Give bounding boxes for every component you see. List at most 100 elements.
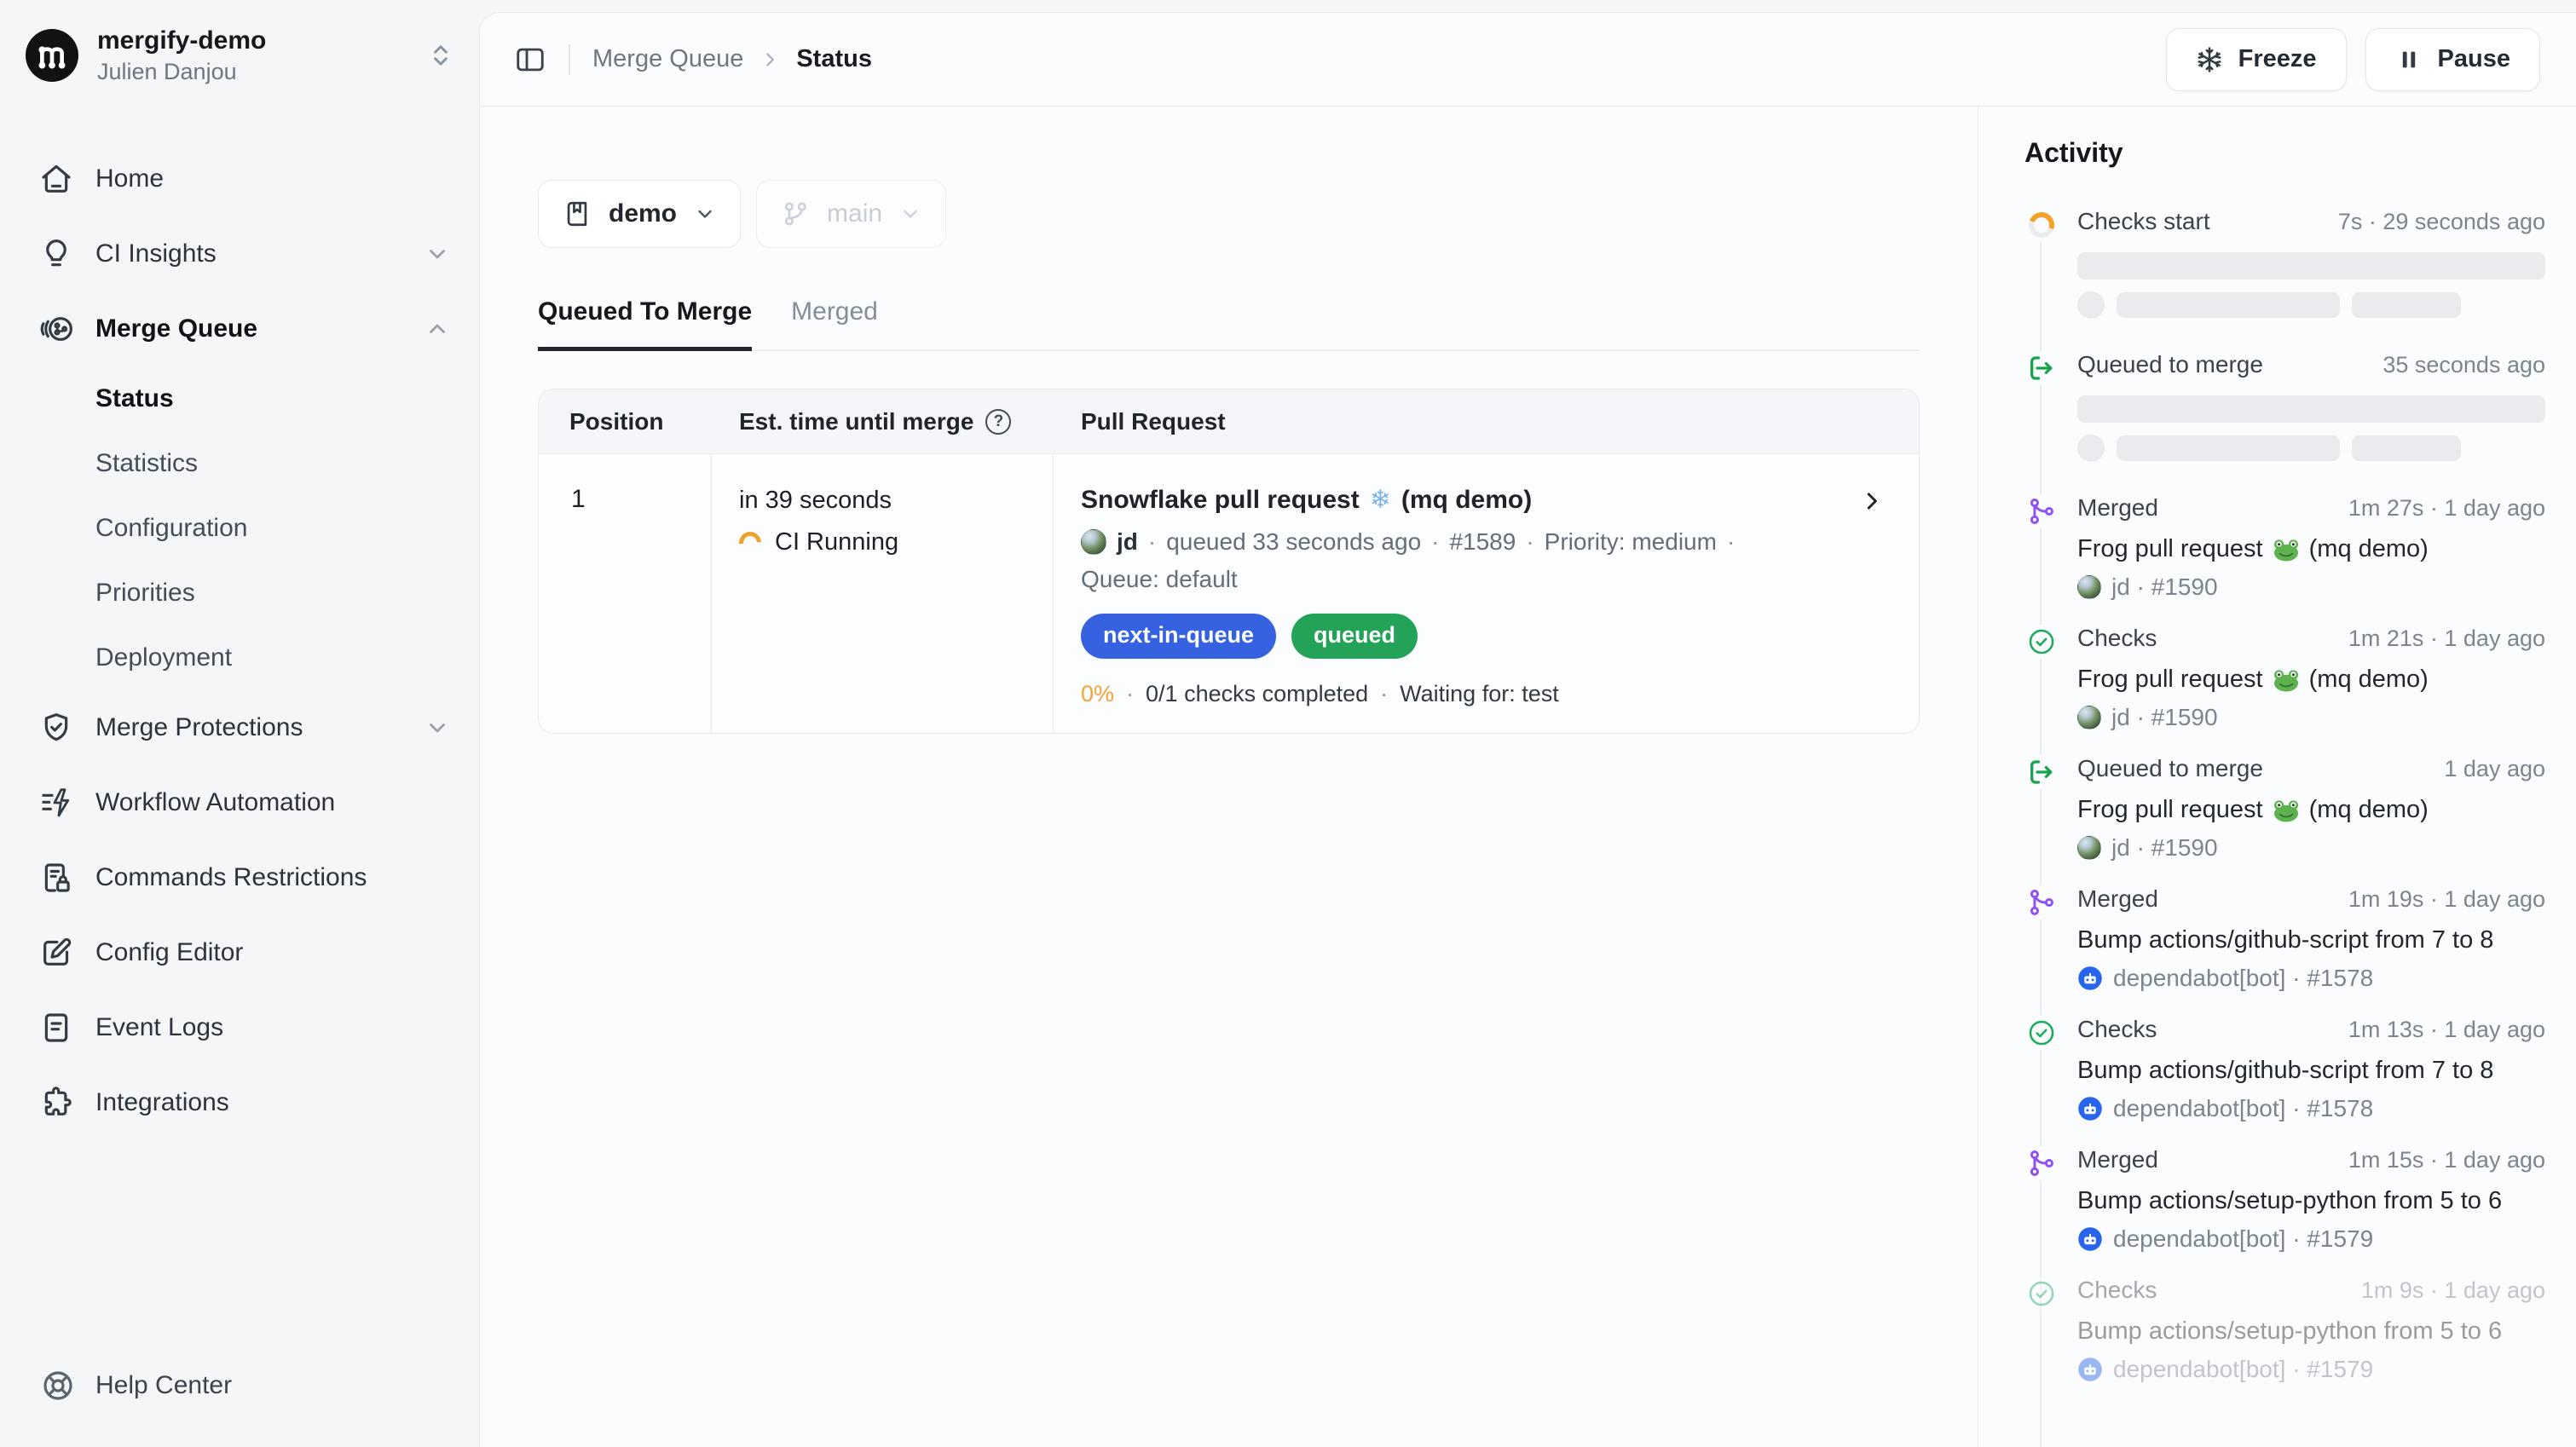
sidebar-item-deployment[interactable]: Deployment — [0, 625, 479, 690]
tab-merged[interactable]: Merged — [791, 297, 878, 349]
chevron-down-icon — [425, 241, 450, 267]
author-avatar — [2077, 706, 2101, 729]
header-pull-request: Pull Request — [1054, 408, 1919, 435]
workflow-icon — [39, 786, 73, 820]
sidebar-toggle-icon[interactable] — [514, 43, 546, 76]
sidebar: mergify-demo Julien Danjou Home CI Insig… — [0, 0, 479, 1447]
repository-value: demo — [609, 199, 677, 228]
help-center-label: Help Center — [95, 1371, 232, 1400]
breadcrumb-merge-queue[interactable]: Merge Queue — [592, 45, 743, 73]
sidebar-item-integrations[interactable]: Integrations — [0, 1065, 479, 1140]
pr-meta: jd·queued 33 seconds ago·#1589·Priority:… — [1081, 528, 1825, 556]
chevron-down-icon — [694, 203, 716, 225]
activity-entry[interactable]: Checks start7s · 29 seconds ago — [2024, 208, 2545, 319]
activity-panel: Activity Checks start7s · 29 seconds ago… — [1978, 107, 2576, 1447]
merge-icon — [2027, 1149, 2056, 1178]
queue-icon — [2027, 354, 2056, 383]
sidebar-item-statistics[interactable]: Statistics — [0, 431, 479, 496]
pr-title[interactable]: Snowflake pull request❄(mq demo) — [1081, 485, 1825, 515]
mergify-logo-icon — [26, 29, 78, 82]
repo-book-icon — [563, 199, 592, 228]
sidebar-item-workflow-automation[interactable]: Workflow Automation — [0, 765, 479, 840]
puzzle-icon — [39, 1086, 73, 1120]
pause-label: Pause — [2438, 45, 2510, 73]
activity-entry[interactable]: Queued to merge35 seconds ago — [2024, 351, 2545, 462]
git-branch-icon — [781, 199, 810, 228]
repository-select[interactable]: demo — [538, 180, 741, 248]
queue-table: Position Est. time until merge ? Pull Re… — [538, 389, 1920, 734]
chevron-down-icon — [899, 203, 921, 225]
sidebar-item-status[interactable]: Status — [0, 366, 479, 431]
ci-running-spinner-icon — [735, 527, 766, 558]
checks-waiting: Waiting for: test — [1400, 681, 1559, 707]
activity-entry[interactable]: Checks1m 21s · 1 day agoFrog pull reques… — [2024, 625, 2545, 731]
activity-entry[interactable]: Merged1m 19s · 1 day agoBump actions/git… — [2024, 885, 2545, 992]
sidebar-item-help-center[interactable]: Help Center — [0, 1353, 479, 1418]
sidebar-item-priorities[interactable]: Priorities — [0, 561, 479, 625]
chevron-up-icon — [425, 316, 450, 342]
skeleton-circle — [2077, 435, 2105, 462]
check-icon — [2027, 627, 2056, 656]
activity-entry[interactable]: Merged1m 27s · 1 day agoFrog pull reques… — [2024, 494, 2545, 601]
activity-entry[interactable]: Merged1m 15s · 1 day agoBump actions/set… — [2024, 1146, 2545, 1253]
queue-tabs: Queued To Merge Merged — [538, 297, 1920, 351]
freeze-button[interactable]: Freeze — [2166, 28, 2347, 91]
skeleton-bar — [2077, 395, 2545, 423]
home-icon — [39, 162, 73, 196]
activity-pr-author: jd · #1590 — [2077, 574, 2545, 601]
org-owner: Julien Danjou — [97, 58, 266, 85]
breadcrumb-status: Status — [796, 45, 872, 73]
branch-select[interactable]: main — [756, 180, 946, 248]
branch-value: main — [827, 199, 882, 228]
queue-row[interactable]: 1 in 39 seconds CI Running Snowf — [539, 454, 1919, 733]
snowflake-emoji: ❄ — [1370, 485, 1391, 515]
activity-pr-title: Frog pull request(mq demo) — [2077, 535, 2545, 563]
activity-pr-author: jd · #1590 — [2077, 704, 2545, 731]
row-est-time: in 39 seconds — [739, 487, 1053, 515]
snowflake-icon — [2196, 46, 2223, 73]
sidebar-item-merge-queue[interactable]: Merge Queue — [0, 291, 479, 366]
chevron-right-icon[interactable] — [1859, 488, 1885, 514]
author-avatar — [2077, 836, 2101, 860]
author-avatar — [1081, 529, 1106, 555]
label-pill-queued[interactable]: queued — [1291, 614, 1418, 659]
check-icon — [2027, 1018, 2056, 1047]
queue-icon — [2027, 758, 2056, 787]
activity-pr-title: Frog pull request(mq demo) — [2077, 796, 2545, 824]
skeleton-circle — [2077, 291, 2105, 319]
activity-entry[interactable]: Checks1m 9s · 1 day agoBump actions/setu… — [2024, 1277, 2545, 1383]
activity-pr-title: Bump actions/github-script from 7 to 8 — [2077, 926, 2545, 954]
sidebar-item-commands-restrictions[interactable]: Commands Restrictions — [0, 840, 479, 915]
check-icon — [2027, 1279, 2056, 1308]
sidebar-item-configuration[interactable]: Configuration — [0, 496, 479, 561]
queue-table-header: Position Est. time until merge ? Pull Re… — [539, 389, 1919, 454]
row-position: 1 — [539, 454, 712, 733]
activity-entry[interactable]: Checks1m 13s · 1 day agoBump actions/git… — [2024, 1016, 2545, 1122]
help-circle-icon[interactable]: ? — [985, 409, 1011, 435]
spinner-icon — [2024, 208, 2059, 242]
activity-entry[interactable]: Queued to merge1 day agoFrog pull reques… — [2024, 755, 2545, 862]
merge-icon — [2027, 497, 2056, 526]
pr-meta-item: queued 33 seconds ago — [1166, 528, 1421, 556]
sidebar-item-config-editor[interactable]: Config Editor — [0, 915, 479, 990]
pr-checks-line: 0% · 0/1 checks completed · Waiting for:… — [1081, 681, 1825, 707]
label-pill-next-in-queue[interactable]: next-in-queue — [1081, 614, 1276, 659]
activity-pr-author: dependabot[bot] · #1578 — [2077, 965, 2545, 992]
header-est-time: Est. time until merge — [739, 408, 973, 435]
lightbulb-icon — [39, 237, 73, 271]
sidebar-item-merge-protections[interactable]: Merge Protections — [0, 690, 479, 765]
sidebar-item-event-logs[interactable]: Event Logs — [0, 990, 479, 1065]
sidebar-item-home[interactable]: Home — [0, 141, 479, 216]
freeze-label: Freeze — [2238, 45, 2317, 73]
pause-button[interactable]: Pause — [2365, 28, 2540, 91]
queue-content: demo main Queued To Merge M — [480, 107, 1978, 1447]
author-avatar — [2077, 575, 2101, 599]
org-switcher[interactable]: mergify-demo Julien Danjou — [0, 15, 479, 101]
chevron-right-icon — [759, 49, 781, 71]
activity-pr-author: dependabot[bot] · #1578 — [2077, 1095, 2545, 1122]
org-name: mergify-demo — [97, 26, 266, 56]
activity-pr-author: jd · #1590 — [2077, 834, 2545, 862]
sidebar-item-ci-insights[interactable]: CI Insights — [0, 216, 479, 291]
tab-queued-to-merge[interactable]: Queued To Merge — [538, 297, 752, 351]
activity-pr-author: dependabot[bot] · #1579 — [2077, 1225, 2545, 1253]
